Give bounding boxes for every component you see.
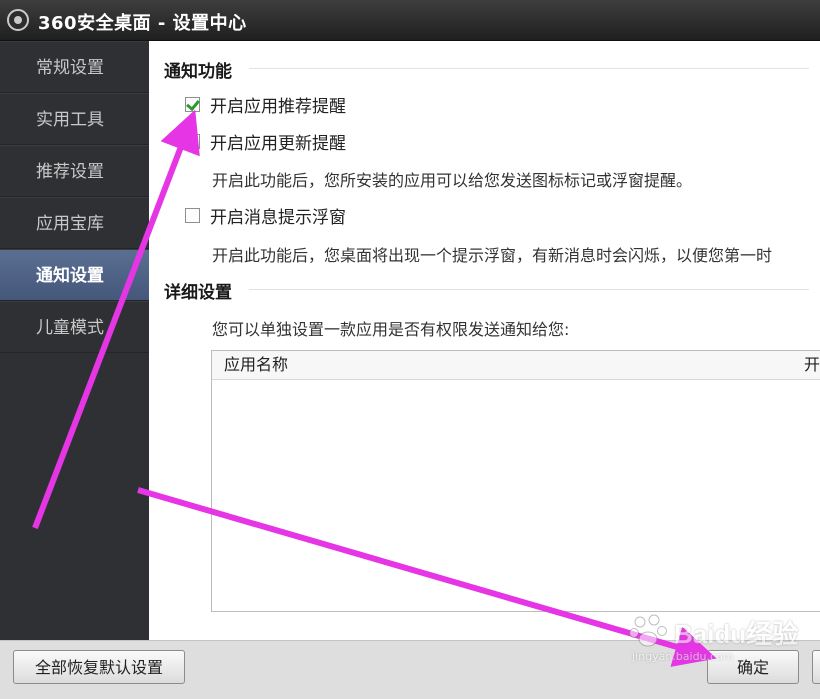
ok-button[interactable]: 确定 — [707, 650, 799, 684]
option-message-popup[interactable]: 开启消息提示浮窗 — [185, 203, 346, 228]
sidebar-item-recommend[interactable]: 推荐设置 — [0, 145, 149, 197]
sidebar-item-notify[interactable]: 通知设置 — [0, 249, 149, 301]
window-title: 360安全桌面 - 设置中心 — [38, 13, 247, 34]
restore-defaults-button[interactable]: 全部恢复默认设置 — [13, 650, 185, 684]
message-popup-checkbox[interactable] — [185, 208, 200, 223]
sidebar-item-tools[interactable]: 实用工具 — [0, 93, 149, 145]
app-logo-icon — [7, 9, 29, 31]
app-permission-table: 应用名称 开 — [211, 350, 820, 612]
sidebar: 常规设置 实用工具 推荐设置 应用宝库 通知设置 儿童模式 — [0, 41, 149, 640]
sidebar-item-general[interactable]: 常规设置 — [0, 41, 149, 93]
section-title-detail: 详细设置 — [164, 283, 232, 303]
app-update-checkbox[interactable] — [185, 134, 200, 149]
column-header-enabled[interactable]: 开 — [804, 351, 820, 379]
detail-description: 您可以单独设置一款应用是否有权限发送通知给您: — [212, 320, 570, 339]
app-update-label: 开启应用更新提醒 — [210, 134, 346, 154]
sidebar-item-app-store[interactable]: 应用宝库 — [0, 197, 149, 249]
section-divider — [249, 68, 809, 69]
message-popup-label: 开启消息提示浮窗 — [210, 208, 346, 228]
option-app-recommend[interactable]: 开启应用推荐提醒 — [185, 92, 346, 117]
title-bar: 360安全桌面 - 设置中心 — [0, 0, 820, 41]
sidebar-item-kids-mode[interactable]: 儿童模式 — [0, 301, 149, 353]
message-popup-description: 开启此功能后，您桌面将出现一个提示浮窗，有新消息时会闪烁，以便您第一时 — [212, 246, 773, 265]
table-header: 应用名称 开 — [212, 351, 820, 380]
cancel-button-partial[interactable] — [812, 650, 820, 684]
column-header-app-name[interactable]: 应用名称 — [224, 351, 288, 379]
app-update-description: 开启此功能后，您所安装的应用可以给您发送图标标记或浮窗提醒。 — [212, 171, 693, 190]
section-divider — [249, 289, 809, 290]
settings-content: 通知功能 开启应用推荐提醒 开启应用更新提醒 开启此功能后，您所安装的应用可以给… — [149, 41, 820, 640]
app-recommend-checkbox[interactable] — [185, 97, 200, 112]
option-app-update[interactable]: 开启应用更新提醒 — [185, 129, 346, 154]
app-recommend-label: 开启应用推荐提醒 — [210, 97, 346, 117]
section-title-notify: 通知功能 — [164, 62, 232, 82]
bottom-bar: 全部恢复默认设置 确定 — [0, 640, 820, 699]
